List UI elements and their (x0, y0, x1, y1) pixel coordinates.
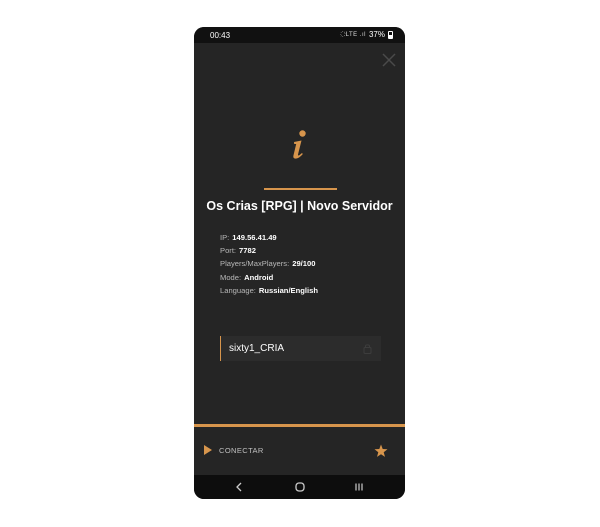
play-icon (204, 445, 212, 455)
detail-ip: IP: 149.56.41.49 (220, 231, 318, 244)
battery-icon (388, 30, 393, 39)
detail-players: Players/MaxPlayers: 29/100 (220, 257, 318, 270)
detail-port: Port: 7782 (220, 244, 318, 257)
nav-home-icon[interactable] (295, 482, 305, 492)
detail-label: Players/MaxPlayers: (220, 259, 290, 269)
server-title: Os Crias [RPG] | Novo Servidor (206, 199, 393, 213)
nav-recents-icon[interactable] (354, 482, 364, 492)
bottom-action-bar: CONECTAR (194, 427, 405, 475)
nickname-value[interactable]: sixty1_CRIA (229, 343, 284, 354)
battery-percent: 37% (368, 30, 385, 39)
signal-icons: ҉ LTE .ıl (342, 31, 366, 38)
connect-button[interactable]: CONECTAR (204, 445, 264, 455)
detail-label: Port: (220, 246, 237, 256)
close-icon[interactable] (381, 52, 397, 68)
status-right-group: ҉ LTE .ıl 37% (343, 30, 393, 39)
status-bar: 00:43 ҉ LTE .ıl 37% (194, 27, 405, 43)
info-icon (293, 130, 306, 159)
detail-label: Mode: (220, 272, 242, 282)
status-time: 00:43 (210, 31, 231, 40)
lock-icon (363, 344, 372, 354)
star-icon[interactable] (374, 444, 388, 458)
system-nav-bar (194, 475, 405, 499)
detail-value: Android (244, 272, 274, 282)
nav-back-icon[interactable] (235, 482, 243, 492)
detail-value: 149.56.41.49 (232, 233, 277, 242)
phone-screen: 00:43 ҉ LTE .ıl 37% Os Crias [RPG] | Nov… (194, 27, 405, 499)
detail-value: 29/100 (292, 259, 316, 269)
server-details: IP: 149.56.41.49 Port: 7782 Players/MaxPla… (220, 231, 318, 297)
detail-value: 7782 (239, 246, 256, 256)
title-underline (264, 188, 337, 190)
connect-label: CONECTAR (219, 445, 264, 455)
detail-mode: Mode: Android (220, 271, 318, 284)
detail-label: IP: (220, 233, 230, 242)
detail-value: Russian/English (258, 285, 318, 295)
detail-language: Language: Russian/English (220, 284, 318, 297)
detail-label: Language: (220, 285, 256, 295)
nickname-field[interactable]: sixty1_CRIA (220, 336, 381, 361)
